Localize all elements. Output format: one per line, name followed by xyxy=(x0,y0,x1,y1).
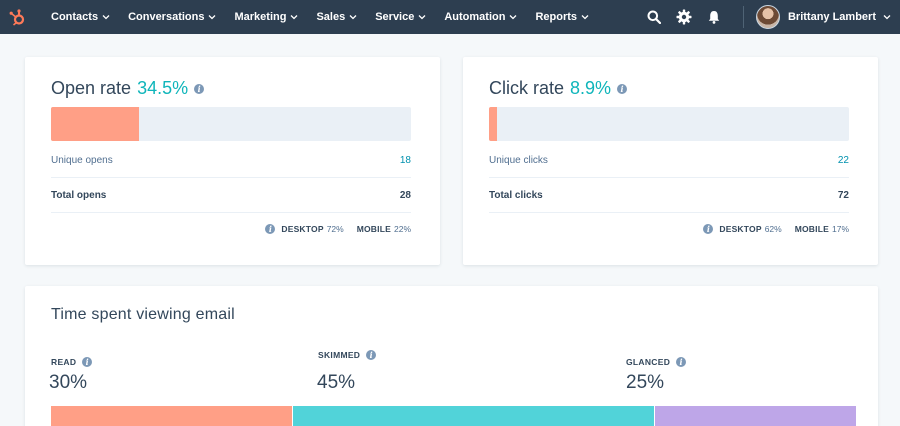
open-rate-label: Open rate xyxy=(51,78,132,98)
unique-opens-value[interactable]: 18 xyxy=(400,155,411,166)
chevron-down-icon xyxy=(581,15,589,20)
divider xyxy=(489,177,849,178)
desktop-label: DESKTOP xyxy=(281,224,324,234)
chevron-down-icon xyxy=(102,15,110,20)
total-opens-value: 28 xyxy=(399,189,411,201)
glanced-label: GLANCED i xyxy=(626,357,687,367)
unique-clicks-value[interactable]: 22 xyxy=(838,155,849,166)
open-device-breakdown: i DESKTOP 72% MOBILE 22% xyxy=(265,224,411,234)
read-percent: 30% xyxy=(49,372,88,393)
nav-item-label: Sales xyxy=(316,11,346,23)
total-clicks-row: Total clicks 72 xyxy=(489,187,849,203)
info-icon[interactable]: i xyxy=(703,224,714,234)
skimmed-label-text: SKIMMED xyxy=(318,350,361,360)
divider xyxy=(51,212,411,213)
unique-clicks-row: Unique clicks 22 xyxy=(489,152,849,168)
glanced-segment-bar xyxy=(654,406,856,426)
click-rate-label: Click rate xyxy=(489,78,565,98)
avatar[interactable] xyxy=(755,5,780,29)
chevron-down-icon xyxy=(418,15,426,20)
unique-opens-label: Unique opens xyxy=(51,154,113,166)
time-spent-card: Time spent viewing email READ i 30% SKIM… xyxy=(25,286,878,426)
nav-menu: Contacts Conversations Marketing Sales Servi… xyxy=(42,0,598,34)
unique-opens-row: Unique opens 18 xyxy=(51,152,411,168)
nav-item-label: Automation xyxy=(444,11,506,23)
click-rate-title: Click rate 8.9% i xyxy=(489,78,628,99)
nav-divider xyxy=(742,6,744,28)
open-rate-bar xyxy=(51,107,411,141)
mobile-label: MOBILE xyxy=(356,224,391,234)
nav-item-service[interactable]: Service xyxy=(366,0,435,34)
mobile-label: MOBILE xyxy=(794,224,829,234)
nav-item-conversations[interactable]: Conversations xyxy=(119,0,225,34)
click-rate-bar xyxy=(489,107,849,141)
total-clicks-value: 72 xyxy=(837,189,849,201)
nav-item-label: Conversations xyxy=(128,11,205,23)
info-icon[interactable]: i xyxy=(265,224,276,234)
user-name[interactable]: Brittany Lambert xyxy=(788,11,876,23)
info-icon[interactable]: i xyxy=(676,357,687,367)
info-icon[interactable]: i xyxy=(82,357,93,367)
time-spent-title: Time spent viewing email xyxy=(51,306,235,323)
info-icon[interactable]: i xyxy=(366,350,377,360)
skimmed-label: SKIMMED i xyxy=(318,350,377,360)
nav-item-label: Reports xyxy=(535,11,578,23)
read-label: READ i xyxy=(51,357,93,367)
desktop-value: 72% xyxy=(326,224,344,234)
glanced-percent: 25% xyxy=(626,372,665,393)
nav-item-sales[interactable]: Sales xyxy=(307,0,366,34)
total-clicks-label: Total clicks xyxy=(489,189,543,201)
nav-item-label: Marketing xyxy=(234,11,287,23)
chevron-down-icon[interactable] xyxy=(883,13,891,21)
nav-item-automation[interactable]: Automation xyxy=(435,0,526,34)
mobile-value: 17% xyxy=(831,224,849,234)
hubspot-logo-icon[interactable] xyxy=(8,8,26,26)
desktop-label: DESKTOP xyxy=(719,224,762,234)
nav-item-marketing[interactable]: Marketing xyxy=(225,0,307,34)
chevron-down-icon xyxy=(290,15,298,20)
click-rate-card: Click rate 8.9% i Unique clicks 22 Total… xyxy=(463,57,878,265)
mobile-value: 22% xyxy=(393,224,411,234)
skimmed-percent: 45% xyxy=(317,372,356,393)
chevron-down-icon xyxy=(349,15,357,20)
glanced-label-text: GLANCED xyxy=(626,357,671,367)
nav-right: Brittany Lambert xyxy=(639,0,900,34)
nav-item-reports[interactable]: Reports xyxy=(526,0,598,34)
nav-item-contacts[interactable]: Contacts xyxy=(42,0,119,34)
unique-clicks-label: Unique clicks xyxy=(489,154,548,166)
nav-item-label: Contacts xyxy=(51,11,99,23)
info-icon[interactable]: i xyxy=(194,83,205,94)
click-rate-bar-fill xyxy=(489,107,497,141)
gear-icon[interactable] xyxy=(669,0,699,34)
open-rate-title: Open rate 34.5% i xyxy=(51,78,205,99)
info-icon[interactable]: i xyxy=(617,83,628,94)
read-label-text: READ xyxy=(51,357,77,367)
read-segment-bar xyxy=(51,406,292,426)
skimmed-segment-bar xyxy=(292,406,654,426)
total-opens-label: Total opens xyxy=(51,189,107,201)
chevron-down-icon xyxy=(510,15,517,20)
open-rate-bar-fill xyxy=(51,107,139,141)
nav-item-label: Service xyxy=(375,11,415,23)
open-rate-card: Open rate 34.5% i Unique opens 18 Total … xyxy=(25,57,440,265)
search-icon[interactable] xyxy=(639,0,669,34)
open-rate-percent: 34.5% xyxy=(137,78,189,98)
click-device-breakdown: i DESKTOP 62% MOBILE 17% xyxy=(703,224,849,234)
divider xyxy=(489,212,849,213)
total-opens-row: Total opens 28 xyxy=(51,187,411,203)
desktop-value: 62% xyxy=(764,224,782,234)
chevron-down-icon xyxy=(209,15,216,20)
divider xyxy=(51,177,411,178)
click-rate-percent: 8.9% xyxy=(570,78,612,98)
bell-icon[interactable] xyxy=(699,0,729,34)
top-nav: Contacts Conversations Marketing Sales Servi… xyxy=(0,0,900,34)
